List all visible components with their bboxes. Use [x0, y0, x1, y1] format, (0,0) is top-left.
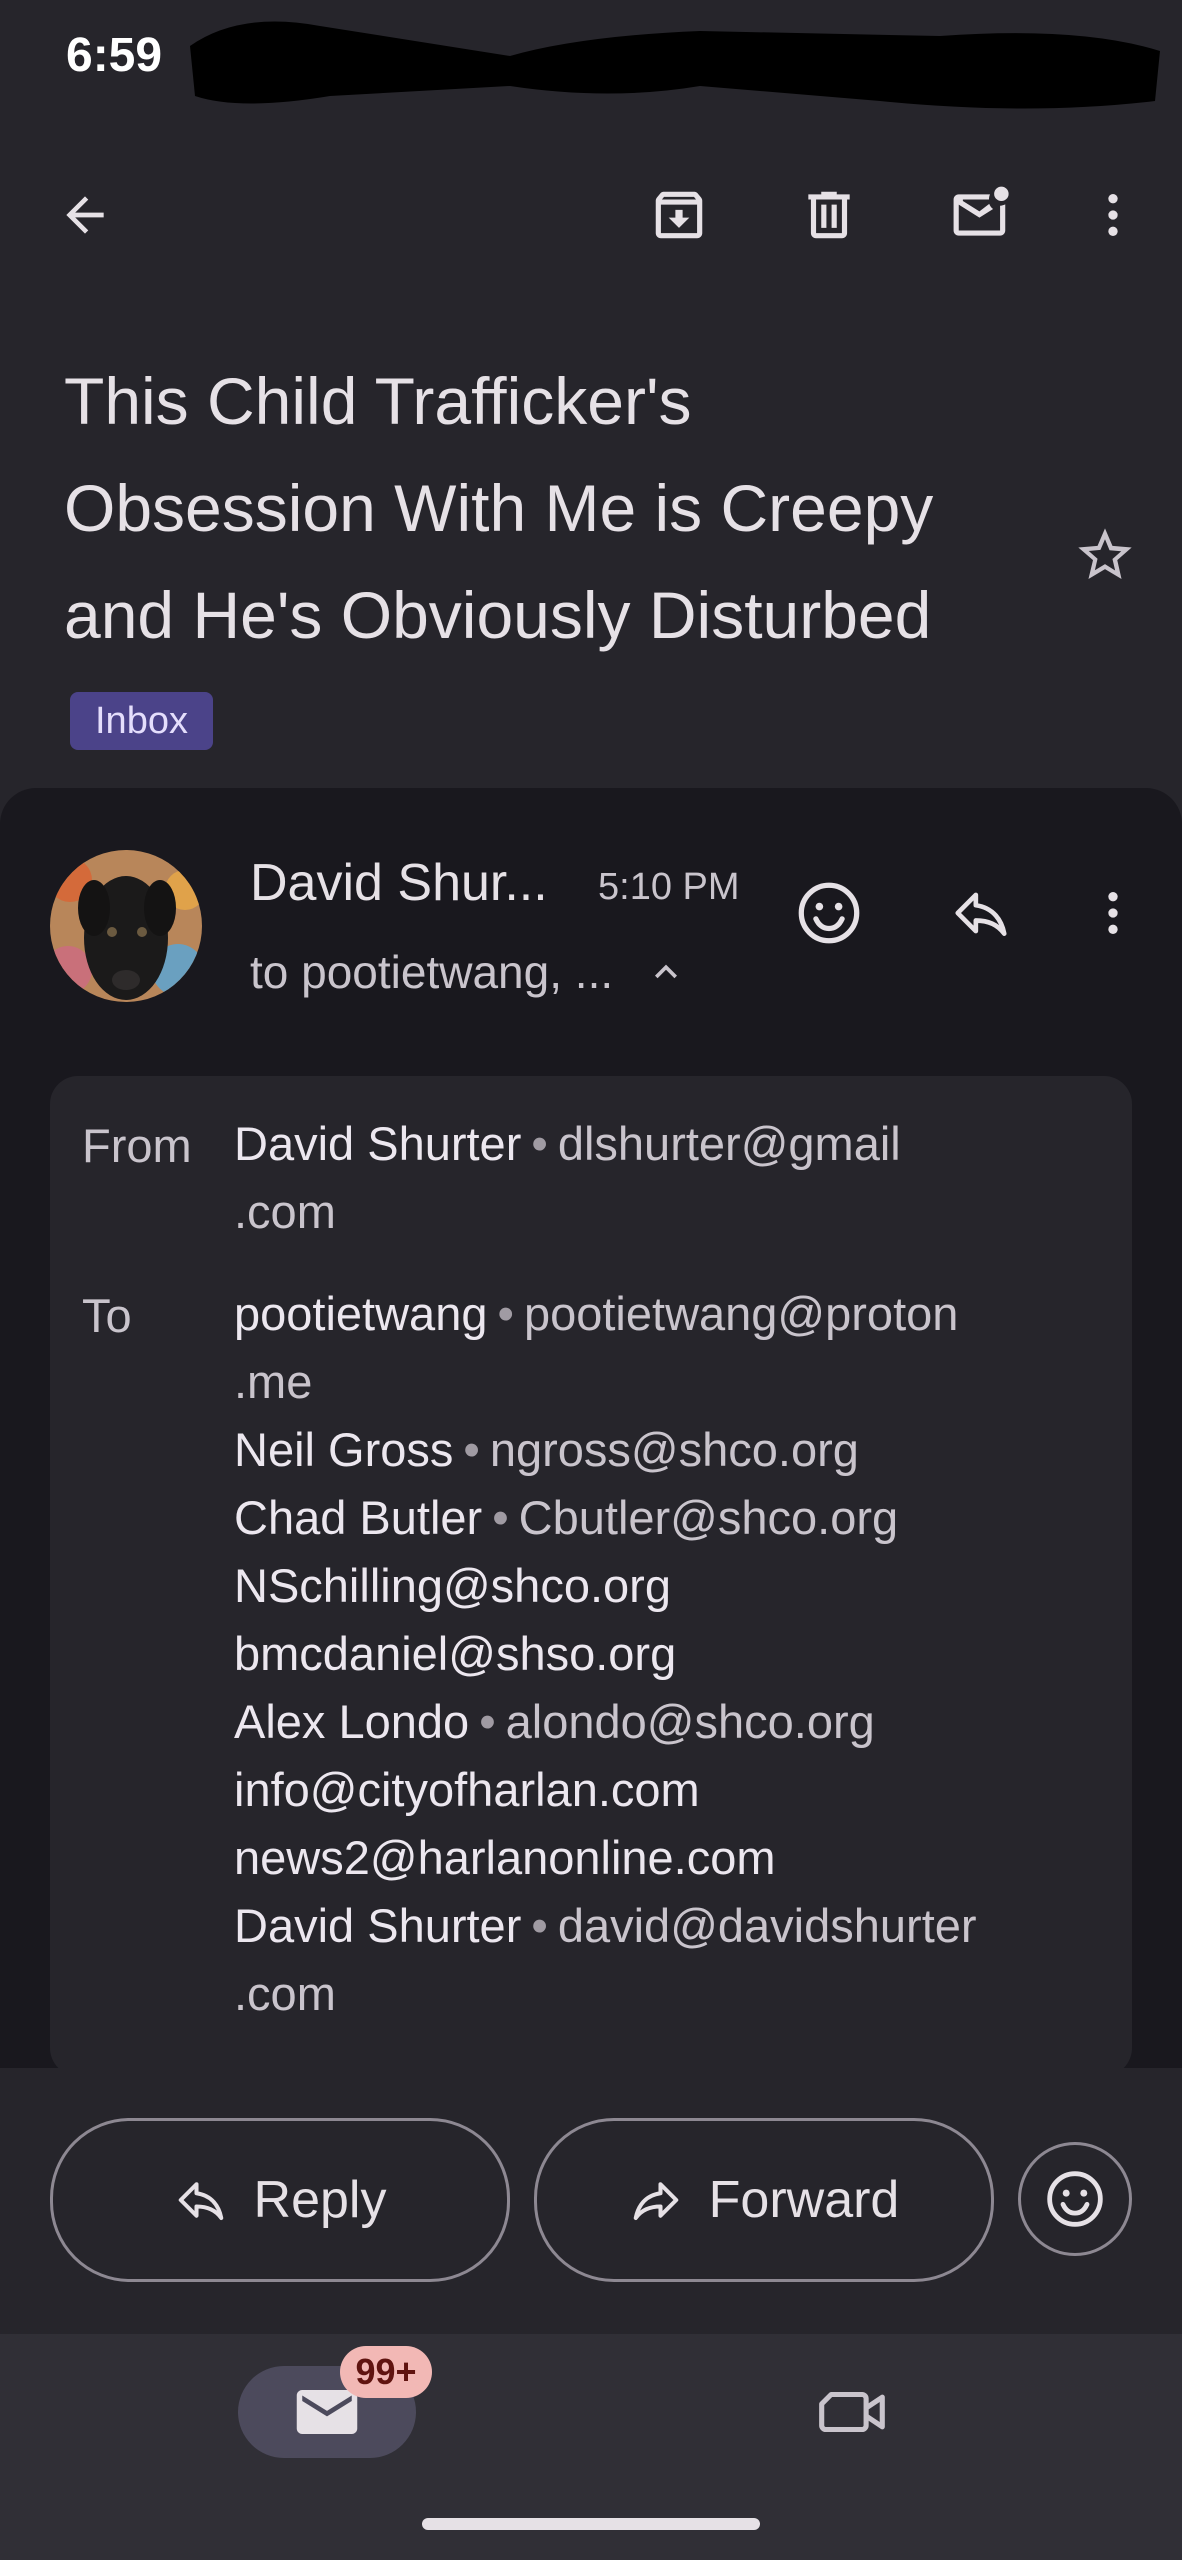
add-reaction-button[interactable] — [784, 868, 874, 958]
forward-button[interactable]: Forward — [534, 2118, 994, 2282]
recipient-row: pootietwang • pootietwang@proton — [234, 1287, 959, 1340]
nav-meet-tab[interactable] — [808, 2366, 900, 2458]
more-vert-icon — [1108, 892, 1118, 934]
recipient-email-continued: .me — [234, 1355, 313, 1408]
inbox-label-chip[interactable]: Inbox — [70, 692, 213, 750]
video-camera-icon — [819, 2391, 885, 2433]
message-time: 5:10 PM — [598, 866, 740, 908]
to-list: pootietwang • pootietwang@proton .me Neil … — [234, 1280, 977, 2028]
delete-button[interactable] — [784, 170, 874, 260]
arrow-back-icon — [66, 196, 104, 234]
mark-unread-button[interactable] — [934, 170, 1030, 260]
forward-label: Forward — [708, 2171, 900, 2229]
emoji-icon — [1047, 2171, 1103, 2227]
react-button[interactable] — [1018, 2142, 1132, 2256]
message-more-button[interactable] — [1068, 868, 1158, 958]
from-name: David Shurter — [234, 1117, 522, 1170]
reply-icon — [178, 2182, 223, 2221]
sender-avatar[interactable] — [50, 850, 202, 1002]
status-time: 6:59 — [66, 29, 163, 82]
recipients-summary-text: to pootietwang, ... — [250, 946, 614, 998]
reply-label: Reply — [253, 2171, 387, 2229]
recipient-row: David Shurter • david@davidshurter — [234, 1899, 977, 1952]
sender-name[interactable]: David Shur... — [250, 853, 548, 913]
archive-button[interactable] — [634, 170, 724, 260]
redacted-status-icons — [190, 21, 1160, 109]
recipient-row: Chad Butler • Cbutler@shco.org — [234, 1491, 899, 1544]
to-label: To — [82, 1289, 132, 1342]
recipient-email-continued: .com — [234, 1967, 336, 2020]
from-entry: David Shurter • dlshurter@gmail .com — [234, 1110, 901, 1246]
recipient-email[interactable]: news2@harlanonline.com — [234, 1824, 977, 1892]
recipient-email[interactable]: ngross@shco.org — [490, 1423, 859, 1476]
forward-icon — [633, 2182, 678, 2221]
recipient-email[interactable]: NSchilling@shco.org — [234, 1552, 977, 1620]
emoji-icon — [798, 882, 860, 944]
recipient-email[interactable]: bmcdaniel@shso.org — [234, 1620, 977, 1688]
back-button[interactable] — [40, 170, 130, 260]
more-options-button[interactable] — [1068, 170, 1158, 260]
recipient-email[interactable]: Cbutler@shco.org — [519, 1491, 899, 1544]
recipient-email[interactable]: alondo@shco.org — [506, 1695, 875, 1748]
unread-count-badge: 99+ — [340, 2346, 432, 2398]
more-vert-icon — [1108, 194, 1118, 236]
archive-icon — [655, 191, 703, 239]
mark-unread-icon — [953, 186, 1009, 236]
avatar-dog-image — [50, 850, 202, 1002]
recipient-email[interactable]: info@cityofharlan.com — [234, 1756, 977, 1824]
from-email[interactable]: dlshurter@gmail — [558, 1117, 901, 1170]
star-outline-icon — [1078, 528, 1132, 579]
recipients-summary[interactable]: to pootietwang, ... — [250, 945, 688, 999]
recipient-row: Alex Londo • alondo@shco.org — [234, 1695, 875, 1748]
recipient-email[interactable]: david@davidshurter — [558, 1899, 977, 1952]
reply-button[interactable]: Reply — [50, 2118, 510, 2282]
from-email-continued: .com — [234, 1185, 336, 1238]
home-indicator[interactable] — [422, 2518, 760, 2530]
chevron-up-icon — [654, 964, 677, 979]
reply-icon-button[interactable] — [936, 868, 1026, 958]
from-label: From — [82, 1119, 192, 1172]
email-subject: This Child Trafficker's Obsession With M… — [64, 348, 984, 776]
star-button[interactable] — [1060, 510, 1150, 600]
recipient-email[interactable]: pootietwang@proton — [524, 1287, 958, 1340]
subject-text: This Child Trafficker's Obsession With M… — [64, 364, 934, 652]
reply-icon — [955, 892, 1007, 936]
trash-icon — [808, 191, 850, 239]
recipient-row: Neil Gross • ngross@shco.org — [234, 1423, 859, 1476]
